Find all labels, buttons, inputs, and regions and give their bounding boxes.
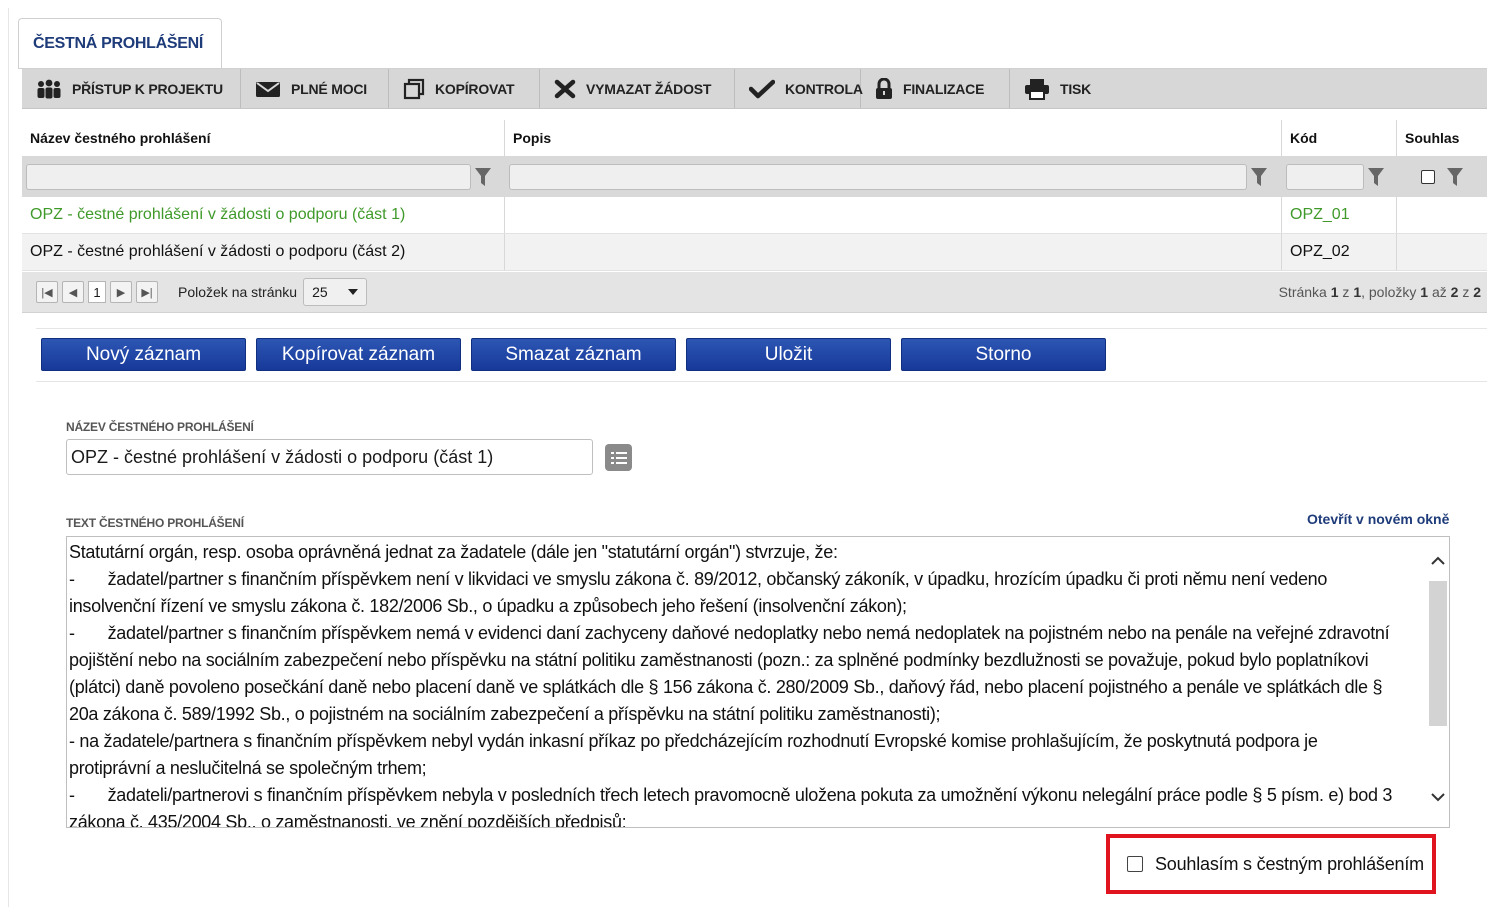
next-page-button[interactable]: ▶ [110, 281, 132, 303]
scrollbar[interactable] [1427, 537, 1449, 827]
column-header-code[interactable]: Kód [1282, 120, 1397, 156]
pager-items-label: , položky [1361, 284, 1417, 300]
new-record-button[interactable]: Nový záznam [41, 338, 246, 371]
next-page-icon: ▶ [116, 286, 126, 299]
list-icon [610, 451, 627, 464]
people-icon [37, 79, 61, 98]
save-button[interactable]: Uložit [686, 338, 891, 371]
x-icon [554, 79, 576, 98]
pager-total-pages: 1 [1353, 284, 1362, 300]
current-page-input[interactable]: 1 [88, 281, 106, 303]
toolbar: PŘÍSTUP K PROJEKTU PLNÉ MOCI KOPÍROVAT V… [22, 69, 1487, 109]
filter-name-input[interactable] [26, 164, 471, 190]
per-page-label: Položek na stránku [178, 284, 298, 300]
tab-cestna-prohlaseni[interactable]: ČESTNÁ PROHLÁŠENÍ [18, 18, 222, 68]
prev-page-button[interactable]: ◀ [62, 281, 84, 303]
check-button[interactable]: KONTROLA [735, 69, 863, 108]
toolbar-label: PLNÉ MOCI [291, 80, 367, 97]
list-picker-button[interactable] [605, 444, 632, 471]
pager-info: Stránka 1 z 1, položky 1 až 2 z 2 [1279, 284, 1481, 300]
last-page-icon: ▶| [141, 286, 153, 299]
check-icon [749, 79, 775, 98]
scroll-down-icon[interactable] [1430, 789, 1446, 805]
filter-funnel-icon[interactable] [1447, 167, 1463, 187]
filter-consent [1397, 157, 1487, 197]
last-page-button[interactable]: ▶| [136, 281, 158, 303]
toolbar-label: KOPÍROVAT [435, 80, 515, 97]
grid-filter-row [22, 157, 1487, 197]
cell-code: OPZ_01 [1282, 197, 1397, 233]
cell-code: OPZ_02 [1282, 234, 1397, 270]
pager-to-label: až [1431, 284, 1447, 300]
grid-header: Název čestného prohlášení Popis Kód Souh… [22, 120, 1487, 157]
finalize-button[interactable]: FINALIZACE [861, 69, 1010, 108]
pager-of: z [1342, 284, 1350, 300]
powers-of-attorney-button[interactable]: PLNÉ MOCI [241, 69, 389, 108]
agree-label[interactable]: Souhlasím s čestným prohlášením [1155, 854, 1424, 875]
pager: |◀ ◀ 1 ▶ ▶| Položek na stránku 25 Stránk… [22, 272, 1487, 313]
printer-icon [1025, 78, 1049, 100]
agree-checkbox[interactable] [1127, 856, 1143, 872]
cell-description [505, 197, 1282, 233]
open-in-new-window-link[interactable]: Otevřít v novém okně [1307, 511, 1449, 527]
copy-icon [403, 78, 425, 99]
per-page-value: 25 [312, 284, 328, 300]
filter-description [505, 157, 1282, 197]
name-field-label: NÁZEV ČESTNÉHO PROHLÁŠENÍ [66, 420, 254, 434]
first-page-icon: |◀ [41, 286, 53, 299]
pager-info-prefix: Stránka [1278, 284, 1327, 300]
cell-name: OPZ - čestné prohlášení v žádosti o podp… [22, 197, 505, 233]
filter-consent-checkbox[interactable] [1421, 170, 1435, 184]
cell-name: OPZ - čestné prohlášení v žádosti o podp… [22, 234, 505, 270]
cell-consent [1397, 197, 1487, 233]
delete-application-button[interactable]: VYMAZAT ŽÁDOST [540, 69, 735, 108]
toolbar-label: KONTROLA [785, 80, 863, 97]
prev-page-icon: ◀ [68, 286, 78, 299]
pager-from: 1 [1420, 284, 1429, 300]
lock-icon [876, 77, 892, 99]
scroll-up-icon[interactable] [1430, 553, 1446, 569]
first-page-button[interactable]: |◀ [36, 281, 58, 303]
per-page-select[interactable]: 25 [303, 278, 368, 306]
filter-name [22, 157, 505, 197]
copy-button[interactable]: KOPÍROVAT [389, 69, 540, 108]
pager-page: 1 [1330, 284, 1339, 300]
scrollbar-thumb[interactable] [1429, 581, 1447, 726]
column-header-name[interactable]: Název čestného prohlášení [22, 120, 505, 156]
filter-funnel-icon[interactable] [1251, 167, 1267, 187]
filter-code [1282, 157, 1397, 197]
agree-highlight-box: Souhlasím s čestným prohlášením [1106, 834, 1436, 894]
tab-label: ČESTNÁ PROHLÁŠENÍ [33, 34, 204, 52]
chevron-down-icon [348, 289, 359, 295]
declarations-grid: Název čestného prohlášení Popis Kód Souh… [22, 120, 1487, 271]
pager-of: z [1462, 284, 1470, 300]
declaration-text-area[interactable]: Statutární orgán, resp. osoba oprávněná … [66, 536, 1450, 828]
cell-consent [1397, 234, 1487, 270]
filter-description-input[interactable] [509, 164, 1247, 190]
toolbar-label: PŘÍSTUP K PROJEKTU [72, 80, 223, 97]
filter-funnel-icon[interactable] [475, 167, 491, 187]
record-actions: Nový záznam Kopírovat záznam Smazat zázn… [36, 328, 1487, 382]
filter-code-input[interactable] [1286, 164, 1364, 190]
pager-total: 2 [1473, 284, 1481, 300]
column-header-consent[interactable]: Souhlas [1397, 120, 1487, 156]
toolbar-label: VYMAZAT ŽÁDOST [586, 80, 712, 97]
toolbar-label: FINALIZACE [903, 80, 985, 97]
text-field-label: TEXT ČESTNÉHO PROHLÁŠENÍ [66, 516, 244, 530]
cell-description [505, 234, 1282, 270]
access-project-button[interactable]: PŘÍSTUP K PROJEKTU [22, 69, 241, 108]
table-row[interactable]: OPZ - čestné prohlášení v žádosti o podp… [22, 234, 1487, 271]
filter-funnel-icon[interactable] [1368, 167, 1384, 187]
copy-record-button[interactable]: Kopírovat záznam [256, 338, 461, 371]
table-row[interactable]: OPZ - čestné prohlášení v žádosti o podp… [22, 197, 1487, 234]
envelope-icon [256, 81, 280, 97]
cancel-button[interactable]: Storno [901, 338, 1106, 371]
delete-record-button[interactable]: Smazat záznam [471, 338, 676, 371]
declaration-name-field[interactable]: OPZ - čestné prohlášení v žádosti o podp… [66, 439, 593, 475]
column-header-description[interactable]: Popis [505, 120, 1282, 156]
pager-to: 2 [1450, 284, 1459, 300]
print-button[interactable]: TISK [1010, 69, 1109, 108]
toolbar-label: TISK [1060, 80, 1092, 97]
declaration-text: Statutární orgán, resp. osoba oprávněná … [69, 542, 1393, 828]
